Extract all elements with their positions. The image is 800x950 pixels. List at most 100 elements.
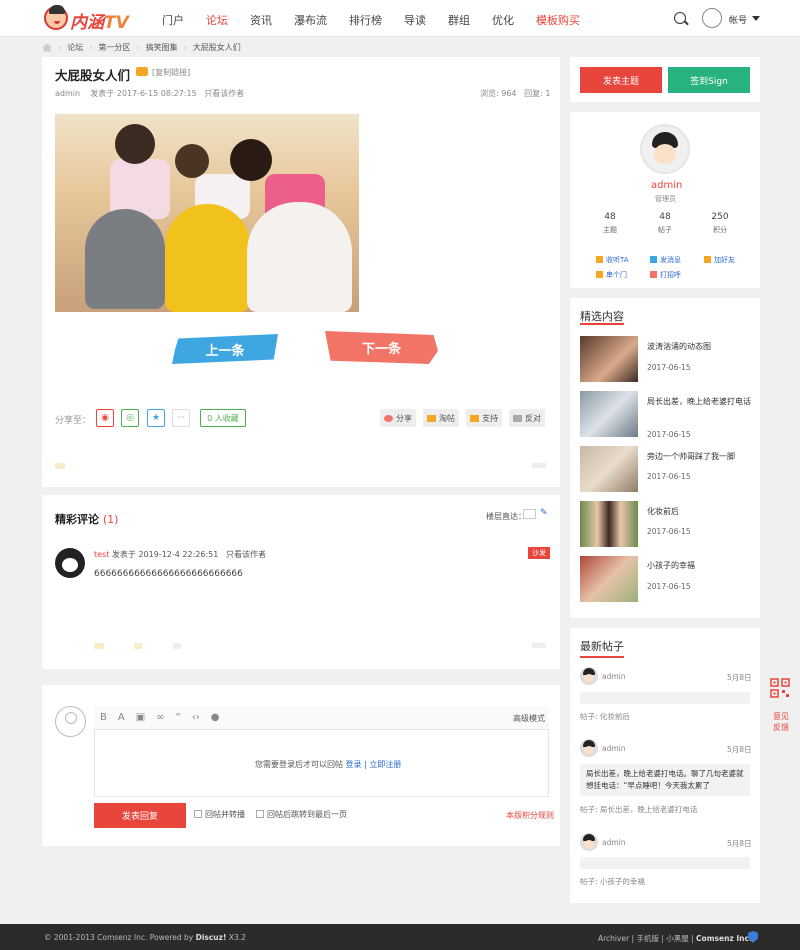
stat-posts-value[interactable]: 48	[650, 212, 680, 222]
weibo-icon[interactable]: ◉	[96, 409, 114, 427]
featured-thumb[interactable]	[580, 556, 638, 602]
featured-thumb[interactable]	[580, 336, 638, 382]
login-link[interactable]: 登录	[346, 760, 362, 769]
support-button[interactable]: 支持	[466, 409, 502, 427]
nav-item-forum[interactable]: 论坛	[206, 12, 228, 28]
latest-avatar[interactable]	[580, 739, 598, 757]
visit-link[interactable]: 串个门	[596, 270, 627, 280]
more-share-icon[interactable]: ···	[172, 409, 190, 427]
comment-only-author[interactable]: 只看该作者	[226, 550, 266, 559]
account-menu[interactable]: 帐号	[729, 13, 747, 26]
wechat-icon[interactable]: ◎	[121, 409, 139, 427]
jump-last-checkbox[interactable]	[256, 810, 264, 818]
discuz-link[interactable]: Discuz!	[196, 933, 227, 942]
latest-avatar[interactable]	[580, 833, 598, 851]
latest-post-link[interactable]: 帖子: 小孩子的幸福	[580, 876, 645, 887]
featured-thumb[interactable]	[580, 501, 638, 547]
footer-nav-links[interactable]: Archiver | 手机版 | 小黑屋 |	[598, 934, 694, 943]
breadcrumb-section[interactable]: 第一分区	[98, 42, 130, 53]
stat-threads-value[interactable]: 48	[595, 212, 625, 222]
board-rules-link[interactable]: 本版积分规则	[506, 810, 554, 821]
latest-user[interactable]: admin	[602, 672, 626, 681]
message-link[interactable]: 发消息	[650, 255, 681, 265]
nav-item-news[interactable]: 资讯	[250, 12, 272, 28]
qzone-icon[interactable]: ★	[147, 409, 165, 427]
advanced-mode-link[interactable]: 高级模式	[513, 713, 545, 724]
floor-jump-input[interactable]	[523, 509, 536, 519]
site-logo[interactable]: 内涵TV	[70, 8, 129, 33]
latest-avatar[interactable]	[580, 667, 598, 685]
image-icon[interactable]: ▣	[136, 712, 145, 723]
quote-icon[interactable]: “	[176, 712, 181, 723]
login-notice: 您需要登录后才可以回帖 登录 | 立即注册	[255, 760, 402, 769]
author-name[interactable]: admin	[651, 180, 682, 191]
search-icon[interactable]	[674, 12, 686, 24]
nav-item-buy-template[interactable]: 模板购买	[536, 12, 580, 28]
copy-link[interactable]: [复制链接]	[152, 67, 190, 78]
breadcrumb-thread[interactable]: 大屁股女人们	[193, 42, 241, 53]
post-thread-button[interactable]: 发表主题	[580, 67, 662, 93]
featured-item-date: 2017-06-15	[647, 582, 691, 591]
featured-item-title[interactable]: 化妆前后	[647, 505, 752, 518]
chevron-down-icon[interactable]	[752, 16, 760, 21]
latest-user[interactable]: admin	[602, 838, 626, 847]
latest-user[interactable]: admin	[602, 744, 626, 753]
nav-item-guide[interactable]: 导读	[404, 12, 426, 28]
only-author-link[interactable]: 只看该作者	[204, 89, 244, 98]
featured-thumb[interactable]	[580, 391, 638, 437]
thread-author[interactable]: admin	[55, 89, 80, 98]
vip-icon	[136, 67, 148, 76]
floor-jump-label: 楼层直达：	[486, 512, 526, 521]
repost-checkbox[interactable]	[194, 810, 202, 818]
nav-item-ranking[interactable]: 排行榜	[349, 12, 382, 28]
wrench-icon[interactable]: ✎	[540, 508, 548, 518]
code-icon[interactable]: ‹›	[192, 712, 200, 723]
add-friend-link[interactable]: 加好友	[704, 255, 735, 265]
nav-item-optimize[interactable]: 优化	[492, 12, 514, 28]
thread-image[interactable]	[55, 114, 359, 312]
latest-preview-text: 局长出差，晚上给老婆打电话。聊了几句老婆就想挂电话：“早点睡吧！今天我太累了	[586, 769, 744, 790]
prev-thread-button[interactable]: 上一条	[172, 334, 278, 364]
latest-post-link[interactable]: 帖子: 化妆前后	[580, 711, 630, 722]
oppose-button[interactable]: 反对	[509, 409, 545, 427]
featured-item-title[interactable]: 小孩子的幸福	[647, 559, 752, 572]
reply-avatar-icon	[55, 706, 86, 737]
thread-meta: admin 发表于 2017-6-15 08:27:15 只看该作者	[55, 88, 244, 99]
stat-points-value[interactable]: 250	[705, 212, 735, 222]
breadcrumb-forum[interactable]: 论坛	[67, 42, 83, 53]
favorite-button[interactable]: 0 人收藏	[200, 409, 246, 427]
author-avatar[interactable]	[640, 124, 690, 174]
stat-points-label: 积分	[713, 226, 727, 234]
logo-mascot-icon[interactable]	[44, 5, 68, 30]
featured-thumb[interactable]	[580, 446, 638, 492]
nav-item-groups[interactable]: 群组	[448, 12, 470, 28]
latest-post-link[interactable]: 帖子: 局长出差，晚上给老婆打电话	[580, 804, 697, 815]
link-icon[interactable]: ∞	[156, 712, 164, 723]
comsenz-link[interactable]: Comsenz Inc.	[696, 934, 752, 943]
nav-item-portal[interactable]: 门户	[162, 12, 184, 28]
featured-item-title[interactable]: 旁边一个帅哥踩了我一脚	[647, 450, 752, 463]
register-link[interactable]: 立即注册	[369, 760, 401, 769]
bold-icon[interactable]: B	[100, 712, 107, 723]
featured-item-title[interactable]: 局长出差，晚上给老婆打电话	[647, 395, 752, 408]
user-avatar-icon[interactable]	[702, 8, 722, 28]
featured-item-title[interactable]: 波涛汹涌的动态图	[647, 340, 752, 353]
follow-link[interactable]: 收听TA	[596, 255, 629, 265]
comment-user[interactable]: test	[94, 550, 109, 559]
emoji-icon[interactable]: ●	[211, 712, 220, 723]
share-button[interactable]: 分享	[380, 409, 416, 427]
faint-icon	[173, 643, 181, 649]
sign-in-button[interactable]: 签到Sign	[668, 67, 750, 93]
breadcrumb-board[interactable]: 搞笑图集	[146, 42, 178, 53]
font-color-icon[interactable]: A	[118, 712, 125, 723]
home-icon[interactable]	[42, 43, 52, 52]
qr-code-icon[interactable]	[770, 678, 790, 698]
greet-link[interactable]: 打招呼	[650, 270, 681, 280]
comment-avatar[interactable]	[55, 548, 85, 578]
stat-posts-label: 帖子	[658, 226, 672, 234]
feedback-link[interactable]: 意见反馈	[771, 711, 791, 733]
next-thread-button[interactable]: 下一条	[325, 331, 438, 364]
collect-button[interactable]: 淘帖	[423, 409, 459, 427]
submit-reply-button[interactable]: 发表回复	[94, 803, 186, 828]
nav-item-waterfall[interactable]: 瀑布流	[294, 12, 327, 28]
